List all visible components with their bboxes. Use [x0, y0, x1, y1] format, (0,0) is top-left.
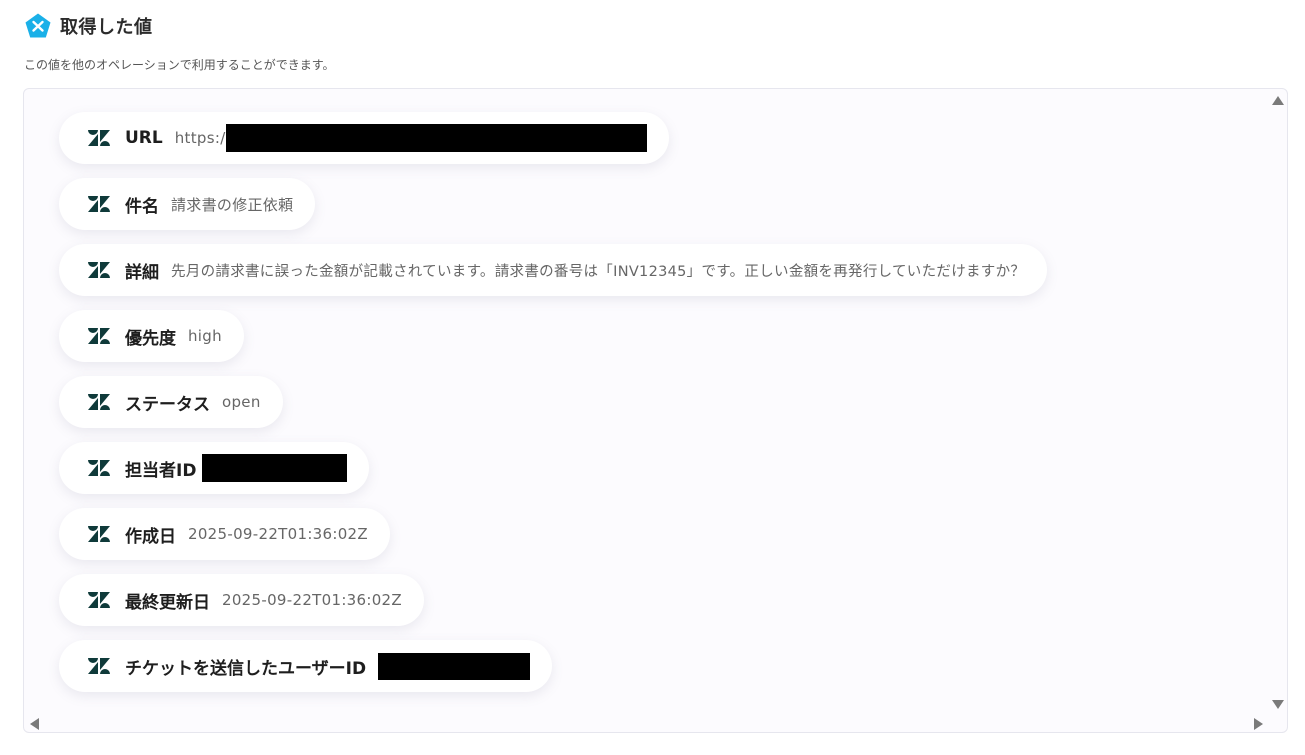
- value-row-url[interactable]: URL https:/: [59, 112, 669, 164]
- zendesk-icon: [88, 130, 110, 146]
- row-label: 担当者ID: [125, 460, 197, 481]
- value-row-status[interactable]: ステータス open: [59, 376, 283, 428]
- zendesk-icon: [88, 460, 110, 476]
- value-row-created-at[interactable]: 作成日 2025-09-22T01:36:02Z: [59, 508, 390, 560]
- row-value[interactable]: open: [222, 393, 261, 411]
- row-label: URL: [125, 128, 163, 148]
- zendesk-icon: [88, 196, 110, 212]
- value-row-requester-id[interactable]: チケットを送信したユーザーID: [59, 640, 553, 692]
- zendesk-icon: [88, 262, 110, 278]
- row-label: 件名: [125, 196, 159, 217]
- redacted-block: [202, 454, 348, 482]
- scroll-down-arrow-icon[interactable]: [1272, 700, 1284, 709]
- section-description: この値を他のオペレーションで利用することができます。: [24, 58, 335, 72]
- scroll-up-arrow-icon[interactable]: [1272, 96, 1284, 105]
- values-panel[interactable]: URL https:/ 件名 請求書の修正依頼 詳細 先月の請求書に誤った金額が…: [23, 88, 1288, 733]
- scroll-left-arrow-icon[interactable]: [30, 718, 39, 730]
- row-label: ステータス: [125, 394, 210, 415]
- value-row-priority[interactable]: 優先度 high: [59, 310, 244, 362]
- zendesk-icon: [88, 394, 110, 410]
- value-row-assignee-id[interactable]: 担当者ID: [59, 442, 370, 494]
- row-value[interactable]: 2025-09-22T01:36:02Z: [222, 591, 402, 609]
- row-value[interactable]: 先月の請求書に誤った金額が記載されています。請求書の番号は「INV12345」で…: [171, 260, 1025, 281]
- section-title: 取得した値: [60, 17, 153, 38]
- row-label: 最終更新日: [125, 592, 210, 613]
- yoom-logo-icon: [24, 12, 52, 40]
- row-value[interactable]: high: [188, 327, 222, 345]
- row-label: 詳細: [125, 262, 159, 283]
- value-row-subject[interactable]: 件名 請求書の修正依頼: [59, 178, 316, 230]
- value-row-description[interactable]: 詳細 先月の請求書に誤った金額が記載されています。請求書の番号は「INV1234…: [59, 244, 1048, 296]
- row-value[interactable]: 請求書の修正依頼: [171, 194, 293, 215]
- zendesk-icon: [88, 526, 110, 542]
- redacted-block: [225, 124, 647, 152]
- scroll-right-arrow-icon[interactable]: [1254, 718, 1263, 730]
- section-header: 取得した値: [24, 12, 153, 40]
- row-value[interactable]: https:/: [175, 129, 226, 147]
- row-value[interactable]: 2025-09-22T01:36:02Z: [188, 525, 368, 543]
- value-row-updated-at[interactable]: 最終更新日 2025-09-22T01:36:02Z: [59, 574, 424, 626]
- zendesk-icon: [88, 328, 110, 344]
- zendesk-icon: [88, 592, 110, 608]
- row-label: 優先度: [125, 328, 176, 349]
- zendesk-icon: [88, 658, 110, 674]
- row-label: 作成日: [125, 526, 176, 547]
- row-label: チケットを送信したユーザーID: [125, 658, 367, 679]
- redacted-block: [378, 652, 531, 680]
